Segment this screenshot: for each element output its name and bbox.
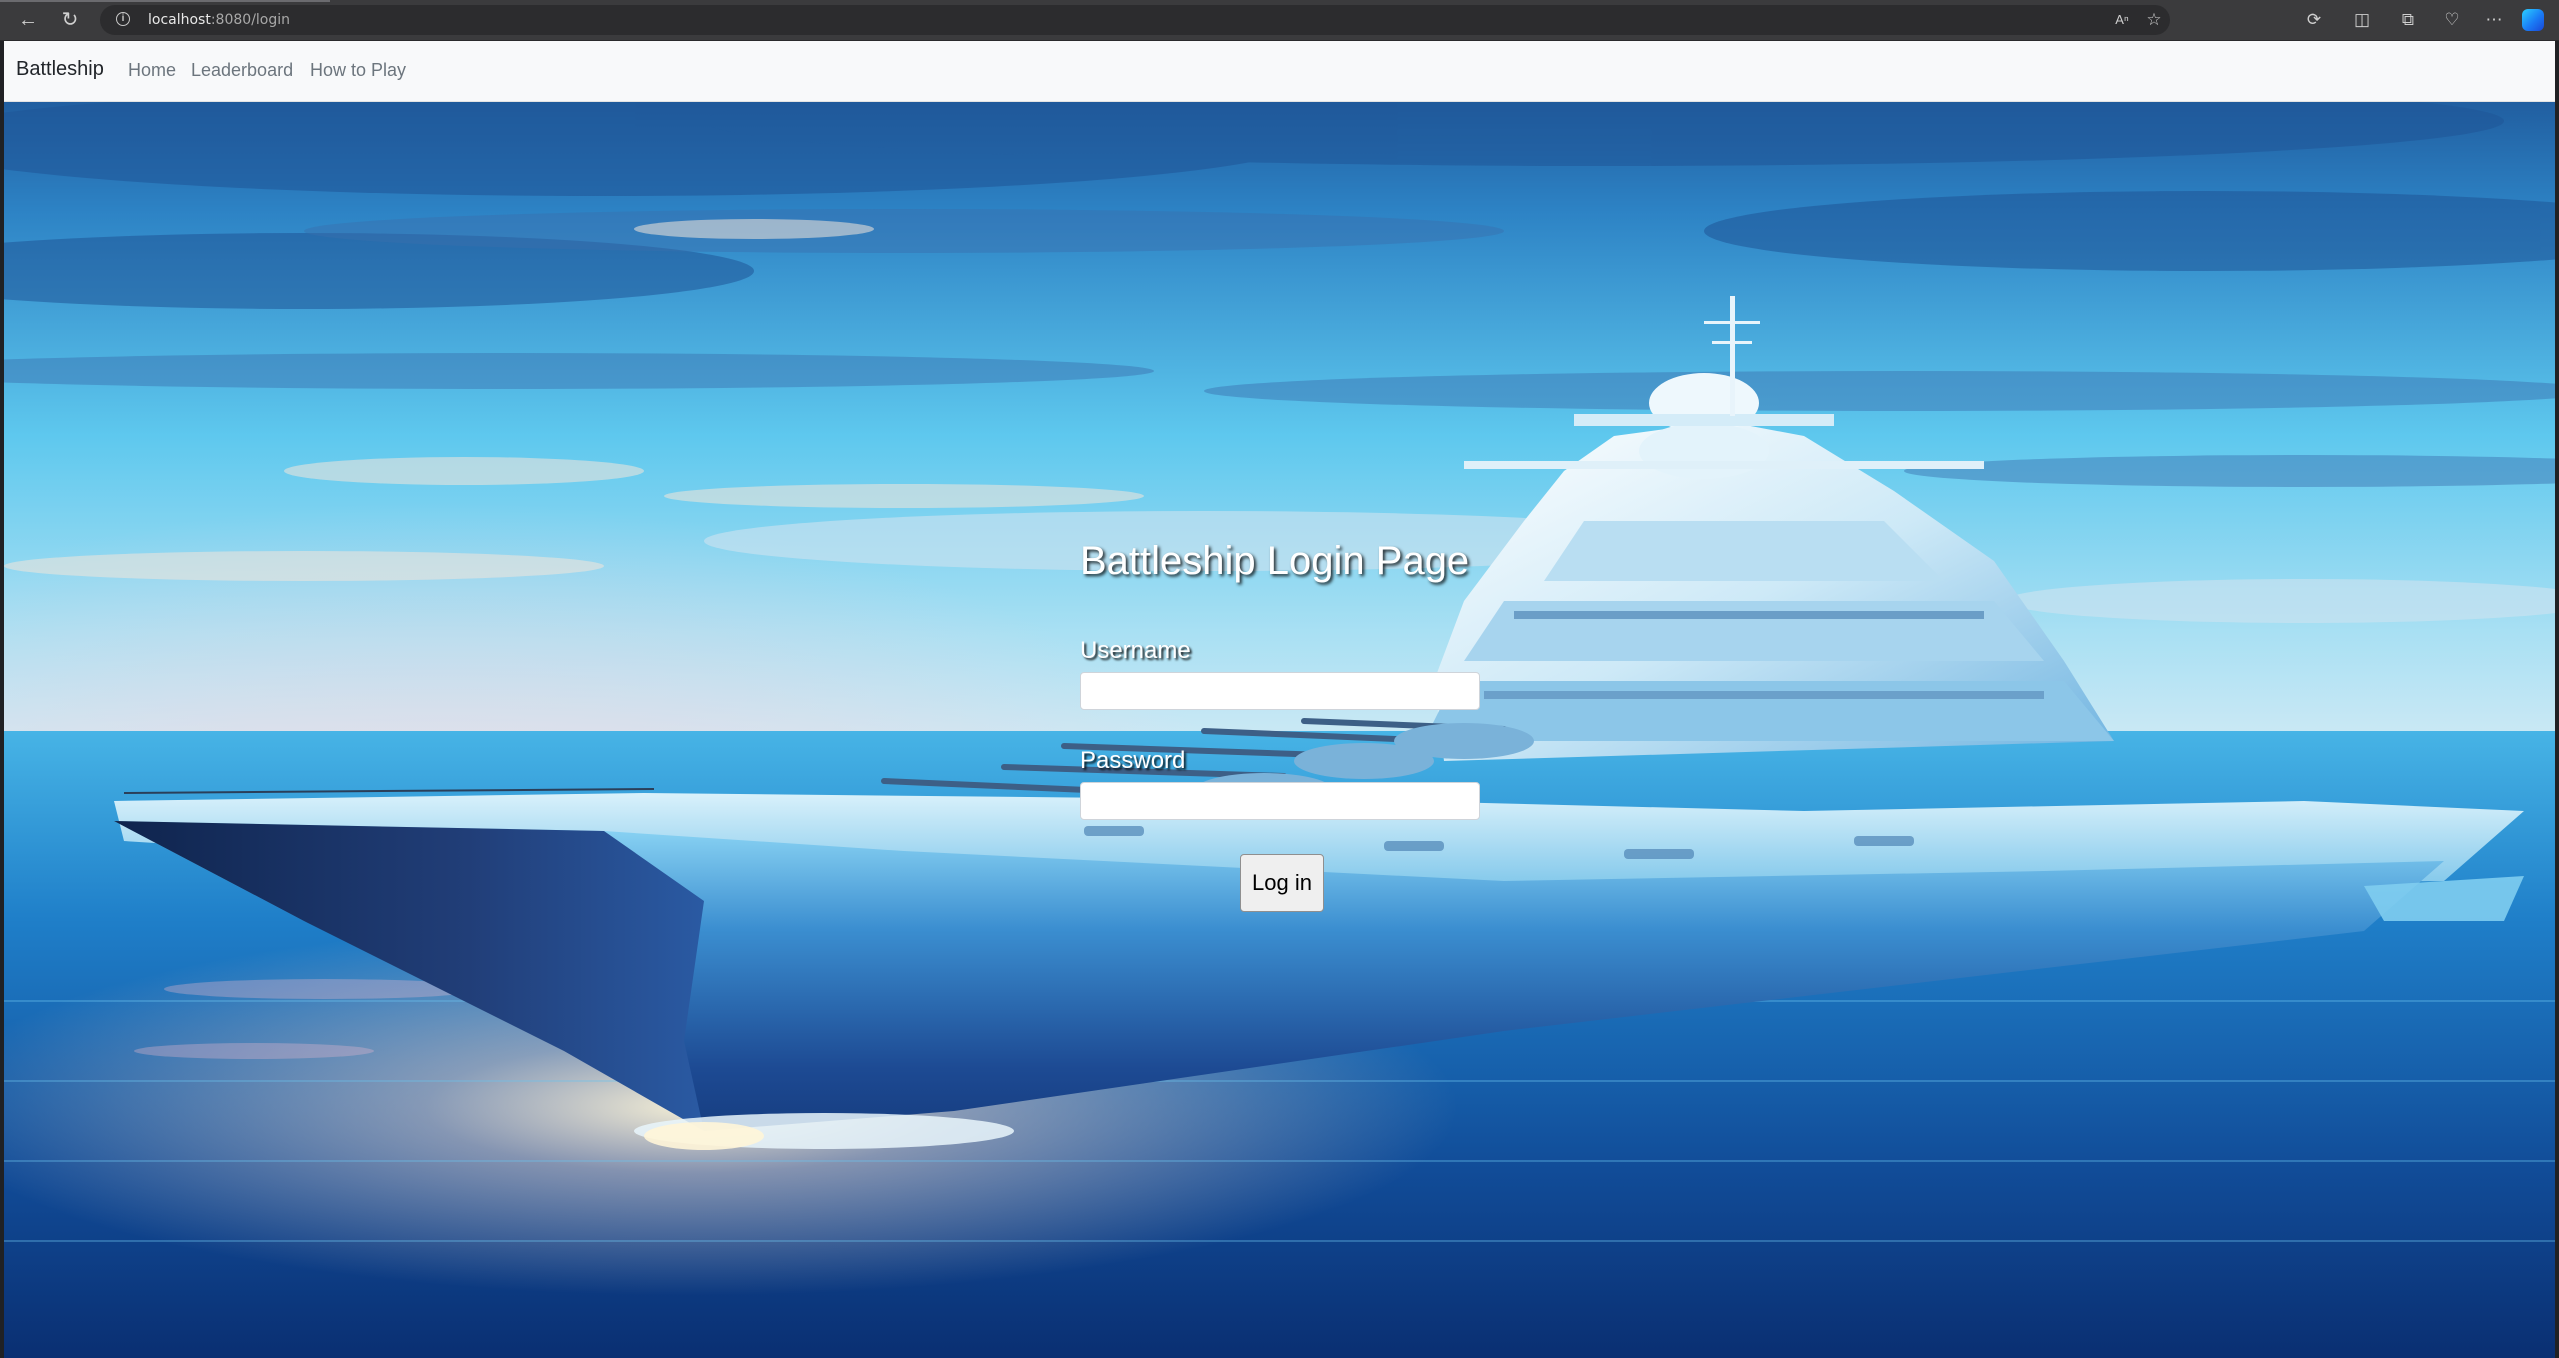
password-label: Password [1080, 747, 1186, 774]
page-viewport: Battleship Home Leaderboard How to Play … [4, 41, 2555, 1358]
address-bar[interactable]: i localhost:8080/login Aⁿ ☆ [100, 5, 2170, 35]
page-title: Battleship Login Page [1080, 539, 1470, 583]
url-host: localhost [148, 12, 211, 28]
navbar-brand[interactable]: Battleship [16, 58, 104, 81]
split-screen-icon[interactable]: ◫ [2350, 8, 2374, 32]
copilot-icon[interactable] [2522, 9, 2544, 31]
username-label: Username [1080, 637, 1191, 664]
top-navbar: Battleship Home Leaderboard How to Play [4, 41, 2555, 102]
url-path: :8080/login [210, 12, 291, 28]
read-aloud-icon[interactable]: Aⁿ [2110, 8, 2134, 32]
login-button[interactable]: Log in [1240, 854, 1324, 912]
site-info-icon[interactable]: i [116, 12, 130, 26]
browser-toolbar: ← ↻ i localhost:8080/login Aⁿ ☆ ⟳ ◫ ⧉ ♡ … [0, 0, 2559, 41]
back-arrow-icon[interactable]: ← [14, 6, 42, 34]
favorite-star-icon[interactable]: ☆ [2142, 8, 2166, 32]
nav-link-how-to-play[interactable]: How to Play [310, 60, 406, 81]
reload-icon[interactable]: ↻ [56, 6, 84, 34]
collections-icon[interactable]: ⧉ [2396, 8, 2420, 32]
browser-essentials-icon[interactable]: ♡ [2440, 8, 2464, 32]
nav-link-home[interactable]: Home [128, 60, 176, 81]
nav-link-leaderboard[interactable]: Leaderboard [191, 60, 293, 81]
password-input[interactable] [1080, 782, 1480, 820]
active-tab-indicator [0, 0, 330, 2]
extensions-icon[interactable]: ⟳ [2302, 8, 2326, 32]
more-menu-icon[interactable]: ⋯ [2482, 8, 2506, 32]
username-input[interactable] [1080, 672, 1480, 710]
url-text[interactable]: localhost:8080/login [148, 12, 290, 28]
